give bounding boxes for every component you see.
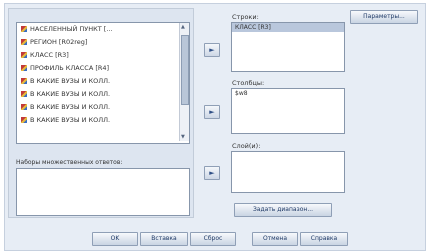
cancel-button[interactable]: Отмена bbox=[252, 232, 298, 246]
scrollbar-thumb[interactable] bbox=[181, 35, 189, 105]
variable-label: В КАКИЕ ВУЗЫ И КОЛЛ. bbox=[30, 77, 111, 85]
variable-list[interactable]: НАСЕЛЕННЫЙ ПУНКТ [... РЕГИОН [R02reg] КЛ… bbox=[16, 22, 190, 144]
scroll-down-icon[interactable]: ▼ bbox=[181, 134, 185, 140]
variable-label: НАСЕЛЕННЫЙ ПУНКТ [... bbox=[30, 25, 113, 33]
variable-label: ПРОФИЛЬ КЛАССА [R4] bbox=[30, 64, 110, 72]
nominal-variable-icon bbox=[21, 78, 27, 84]
define-ranges-button[interactable]: Задать диапазон... bbox=[234, 203, 332, 217]
multiple-response-list[interactable] bbox=[16, 168, 190, 216]
nominal-variable-icon bbox=[21, 117, 27, 123]
nominal-variable-icon bbox=[21, 39, 27, 45]
nominal-variable-icon bbox=[21, 26, 27, 32]
rows-label: Строки: bbox=[232, 13, 259, 21]
help-button[interactable]: Справка bbox=[300, 232, 348, 246]
parameters-button[interactable]: Параметры... bbox=[350, 10, 418, 24]
list-item[interactable]: РЕГИОН [R02reg] bbox=[17, 36, 171, 49]
variable-label: РЕГИОН [R02reg] bbox=[30, 38, 88, 46]
multiple-response-label: Наборы множественных ответов: bbox=[16, 159, 123, 166]
rows-list[interactable]: КЛАСС [R3] bbox=[231, 22, 345, 72]
variable-label: В КАКИЕ ВУЗЫ И КОЛЛ. bbox=[30, 90, 111, 98]
arrow-right-icon: ► bbox=[209, 46, 215, 54]
scrollbar[interactable]: ▲ ▼ bbox=[179, 23, 189, 141]
list-item[interactable]: НАСЕЛЕННЫЙ ПУНКТ [... bbox=[17, 23, 171, 36]
nominal-variable-icon bbox=[21, 65, 27, 71]
list-item[interactable]: В КАКИЕ ВУЗЫ И КОЛЛ. bbox=[17, 88, 171, 101]
nominal-variable-icon bbox=[21, 91, 27, 97]
list-item[interactable]: ПРОФИЛЬ КЛАССА [R4] bbox=[17, 62, 171, 75]
list-item[interactable]: В КАКИЕ ВУЗЫ И КОЛЛ. bbox=[17, 114, 171, 127]
columns-item[interactable]: $w8 bbox=[232, 89, 344, 98]
layers-label: Слой(и): bbox=[232, 142, 261, 150]
move-to-columns-button[interactable]: ► bbox=[204, 105, 220, 119]
move-to-rows-button[interactable]: ► bbox=[204, 43, 220, 57]
columns-label: Столбцы: bbox=[232, 79, 265, 87]
variable-label: КЛАСС [R3] bbox=[30, 51, 69, 59]
paste-button[interactable]: Вставка bbox=[140, 232, 188, 246]
layers-list[interactable] bbox=[231, 151, 345, 193]
variable-label: В КАКИЕ ВУЗЫ И КОЛЛ. bbox=[30, 103, 111, 111]
list-item[interactable]: КЛАСС [R3] bbox=[17, 49, 171, 62]
variable-label: В КАКИЕ ВУЗЫ И КОЛЛ. bbox=[30, 116, 111, 124]
list-item[interactable]: В КАКИЕ ВУЗЫ И КОЛЛ. bbox=[17, 75, 171, 88]
list-item[interactable]: В КАКИЕ ВУЗЫ И КОЛЛ. bbox=[17, 101, 171, 114]
arrow-right-icon: ► bbox=[209, 108, 215, 116]
nominal-variable-icon bbox=[21, 52, 27, 58]
reset-button[interactable]: Сброс bbox=[190, 232, 236, 246]
move-to-layers-button[interactable]: ► bbox=[204, 166, 220, 180]
rows-item[interactable]: КЛАСС [R3] bbox=[232, 23, 344, 32]
columns-list[interactable]: $w8 bbox=[231, 88, 345, 134]
arrow-right-icon: ► bbox=[209, 169, 215, 177]
nominal-variable-icon bbox=[21, 104, 27, 110]
scroll-up-icon[interactable]: ▲ bbox=[181, 24, 185, 30]
ok-button[interactable]: OK bbox=[92, 232, 138, 246]
